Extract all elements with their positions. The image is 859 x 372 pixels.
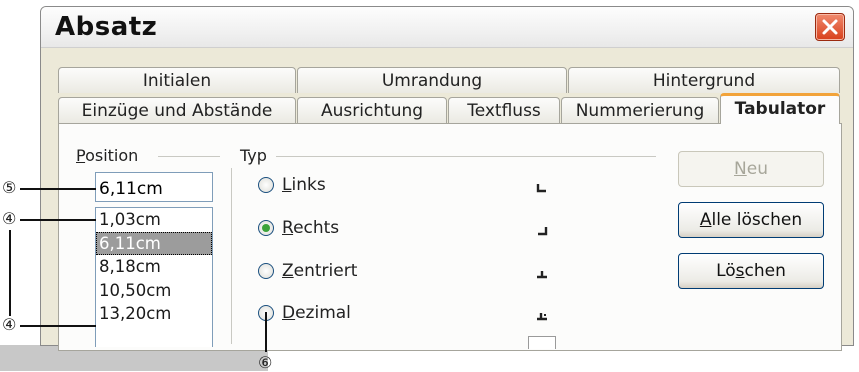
position-list[interactable]: 1,03cm 6,11cm 8,18cm 10,50cm 13,20cm [95,207,213,347]
type-separator [276,156,656,157]
callout-6: ⑥ [258,353,273,372]
callout-4-bottom-line [20,325,96,327]
tab-label: Initialen [142,71,212,91]
list-item[interactable]: 13,20cm [96,302,212,326]
position-label: Position [76,146,139,165]
tab-label: Ausrichtung [320,101,424,121]
delete-button[interactable]: Löschen [678,253,824,289]
tab-einzuege-und-abstaende[interactable]: Einzüge und Abstände [58,97,296,123]
list-item[interactable]: 10,50cm [96,279,212,303]
close-icon [822,19,838,35]
tab-tabulator[interactable]: Tabulator [720,93,840,124]
tab-decimal-icon [537,313,547,321]
callout-4-bottom: ④ [2,315,17,334]
radio-zentriert[interactable] [258,263,274,279]
tab-initialen[interactable]: Initialen [58,67,296,93]
tab-umrandung[interactable]: Umrandung [297,67,567,93]
tab-label: Umrandung [381,71,483,91]
title-bar: Absatz [41,7,853,48]
position-separator [158,156,220,157]
radio-label-dezimal[interactable]: Dezimal [282,303,351,323]
tab-textfluss[interactable]: Textfluss [448,97,560,123]
callout-4-connector [9,230,11,316]
tab-label: Nummerierung [575,101,705,121]
section-divider [231,168,232,344]
tab-nummerierung[interactable]: Nummerierung [561,97,719,123]
type-label: Typ [240,146,267,165]
radio-rechts[interactable] [258,220,274,236]
close-button[interactable] [815,13,845,41]
callout-4-top-line [20,219,96,221]
callout-6-line [265,312,267,352]
new-button[interactable]: Neu [678,151,824,187]
callout-5-line [20,188,96,190]
tab-label: Textfluss [467,101,541,121]
list-item[interactable]: 8,18cm [96,255,212,279]
radio-label-zentriert[interactable]: Zentriert [282,261,357,281]
tab-left-icon [536,184,546,193]
glyph-placeholder [528,336,556,349]
tab-hintergrund[interactable]: Hintergrund [568,67,840,93]
tab-label: Hintergrund [652,71,756,91]
tab-label: Tabulator [734,99,826,119]
tab-label: Einzüge und Abstände [81,101,273,121]
list-item[interactable]: 1,03cm [96,208,212,232]
tab-right-icon [538,227,548,236]
radio-label-links[interactable]: Links [282,175,326,195]
list-item-selected[interactable]: 6,11cm [96,231,212,255]
position-input[interactable] [95,172,213,202]
tab-ausrichtung[interactable]: Ausrichtung [297,97,447,123]
callout-5: ⑤ [2,178,17,197]
radio-links[interactable] [258,177,274,193]
delete-all-button[interactable]: Alle löschen [678,202,824,238]
tab-center-icon [537,271,547,279]
radio-label-rechts[interactable]: Rechts [282,218,339,238]
window-title: Absatz [55,12,158,42]
callout-4-top: ④ [2,209,17,228]
